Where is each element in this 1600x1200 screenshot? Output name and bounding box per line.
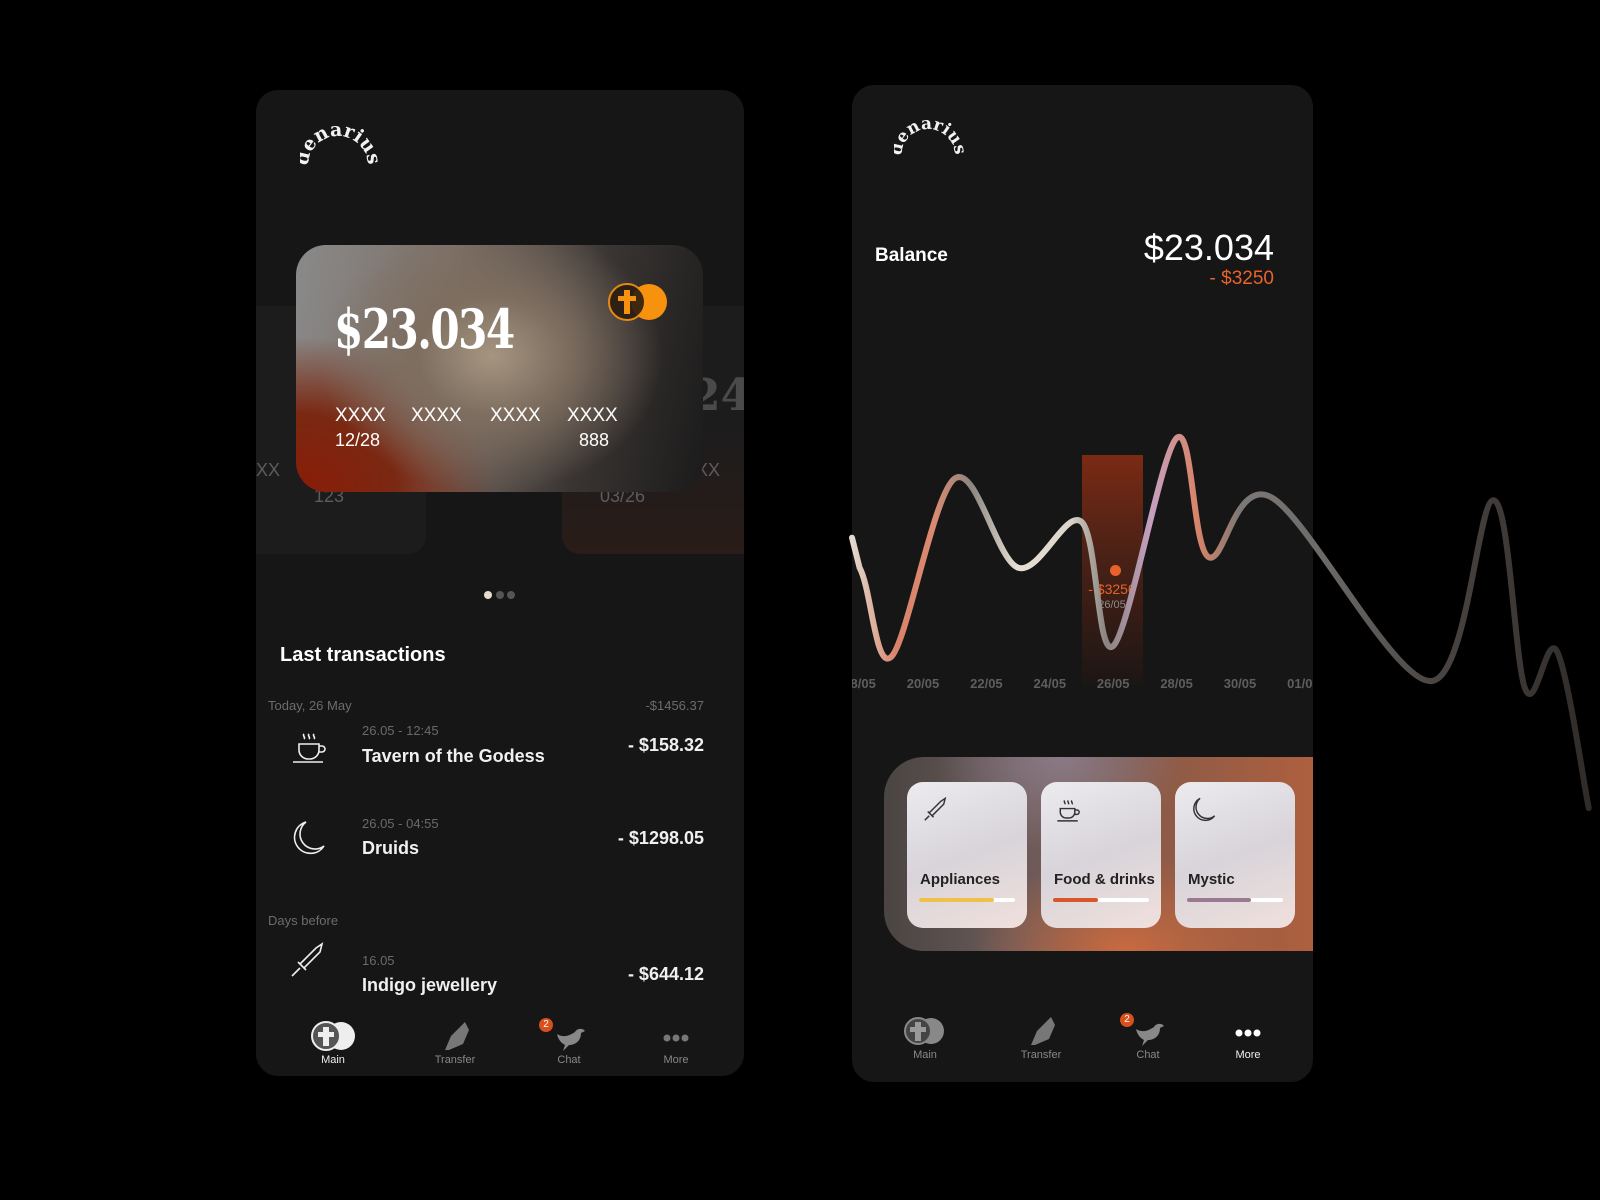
balance-line-chart [849,434,1592,811]
balance-series-line [849,434,1592,811]
